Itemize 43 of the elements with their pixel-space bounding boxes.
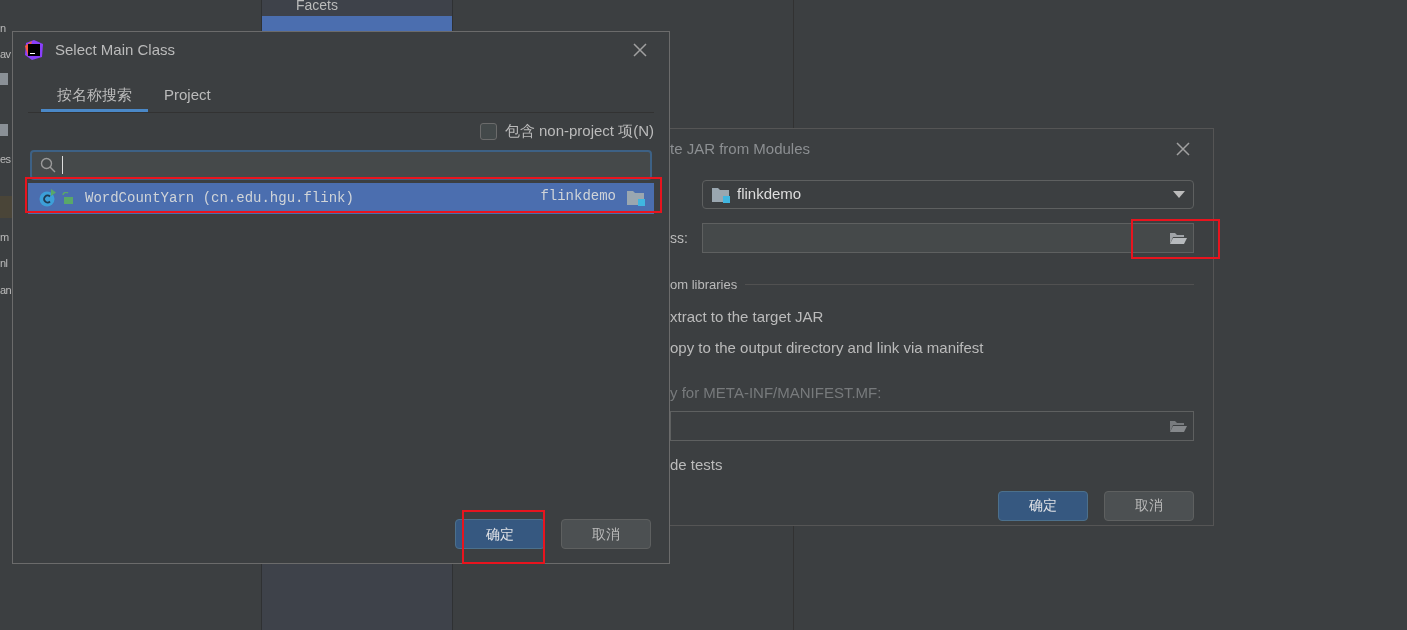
tab[interactable]: 按名称搜索 xyxy=(41,82,148,112)
tab[interactable]: Project xyxy=(148,82,227,112)
group-label: om libraries xyxy=(670,276,738,294)
open-folder-icon[interactable] xyxy=(1169,419,1187,433)
checkbox-label[interactable]: 包含 non-project 项(N) xyxy=(504,120,654,143)
cut-label: an xyxy=(0,283,12,298)
cut-label: n xyxy=(0,21,6,36)
dialog-title: Select Main Class xyxy=(55,39,177,60)
runnable-class-icon xyxy=(39,189,57,207)
cut-label: nl xyxy=(0,256,8,271)
caret-icon xyxy=(1173,191,1185,198)
manifest-field[interactable] xyxy=(670,411,1194,441)
app-logo-icon xyxy=(24,40,44,60)
module-name: flinkdemo xyxy=(540,186,616,206)
cancel-button[interactable]: 取消 xyxy=(561,519,651,549)
cut-label: av xyxy=(0,47,11,62)
tests-label[interactable]: de tests xyxy=(670,454,1194,477)
main-class-label: ss: xyxy=(670,228,689,248)
option-label[interactable]: opy to the output directory and link via manifest xyxy=(670,337,1194,360)
search-field[interactable] xyxy=(30,149,652,180)
main-class-field[interactable] xyxy=(702,223,1194,253)
option-label[interactable]: xtract to the target JAR xyxy=(670,305,1194,328)
result-row[interactable]: WordCountYarn (cn.edu.hgu.flink) flinkdemo xyxy=(28,182,654,214)
dialog-title: te JAR from Modules xyxy=(670,138,811,159)
search-icon xyxy=(40,156,56,173)
class-name: WordCountYarn (cn.edu.hgu.flink) xyxy=(85,188,355,208)
close-icon[interactable] xyxy=(633,43,647,57)
ok-button[interactable]: 确定 xyxy=(998,490,1088,521)
module-folder-icon xyxy=(626,189,646,207)
module-icon xyxy=(0,124,8,136)
manifest-label: y for META-INF/MANIFEST.MF: xyxy=(670,382,883,403)
module-icon xyxy=(0,73,8,85)
close-icon[interactable] xyxy=(1176,142,1190,156)
checkbox[interactable] xyxy=(479,122,497,140)
open-folder-icon[interactable] xyxy=(1169,231,1187,245)
ok-button[interactable]: 确定 xyxy=(455,519,545,549)
cancel-button[interactable]: 取消 xyxy=(1104,490,1194,521)
lock-icon xyxy=(61,192,73,204)
cut-label: m xyxy=(0,230,9,245)
module-folder-icon xyxy=(711,185,731,204)
module-dropdown[interactable]: flinkdemo xyxy=(702,180,1194,209)
sidebar-item[interactable]: Facets xyxy=(262,0,452,16)
cut-label: es xyxy=(0,152,11,167)
